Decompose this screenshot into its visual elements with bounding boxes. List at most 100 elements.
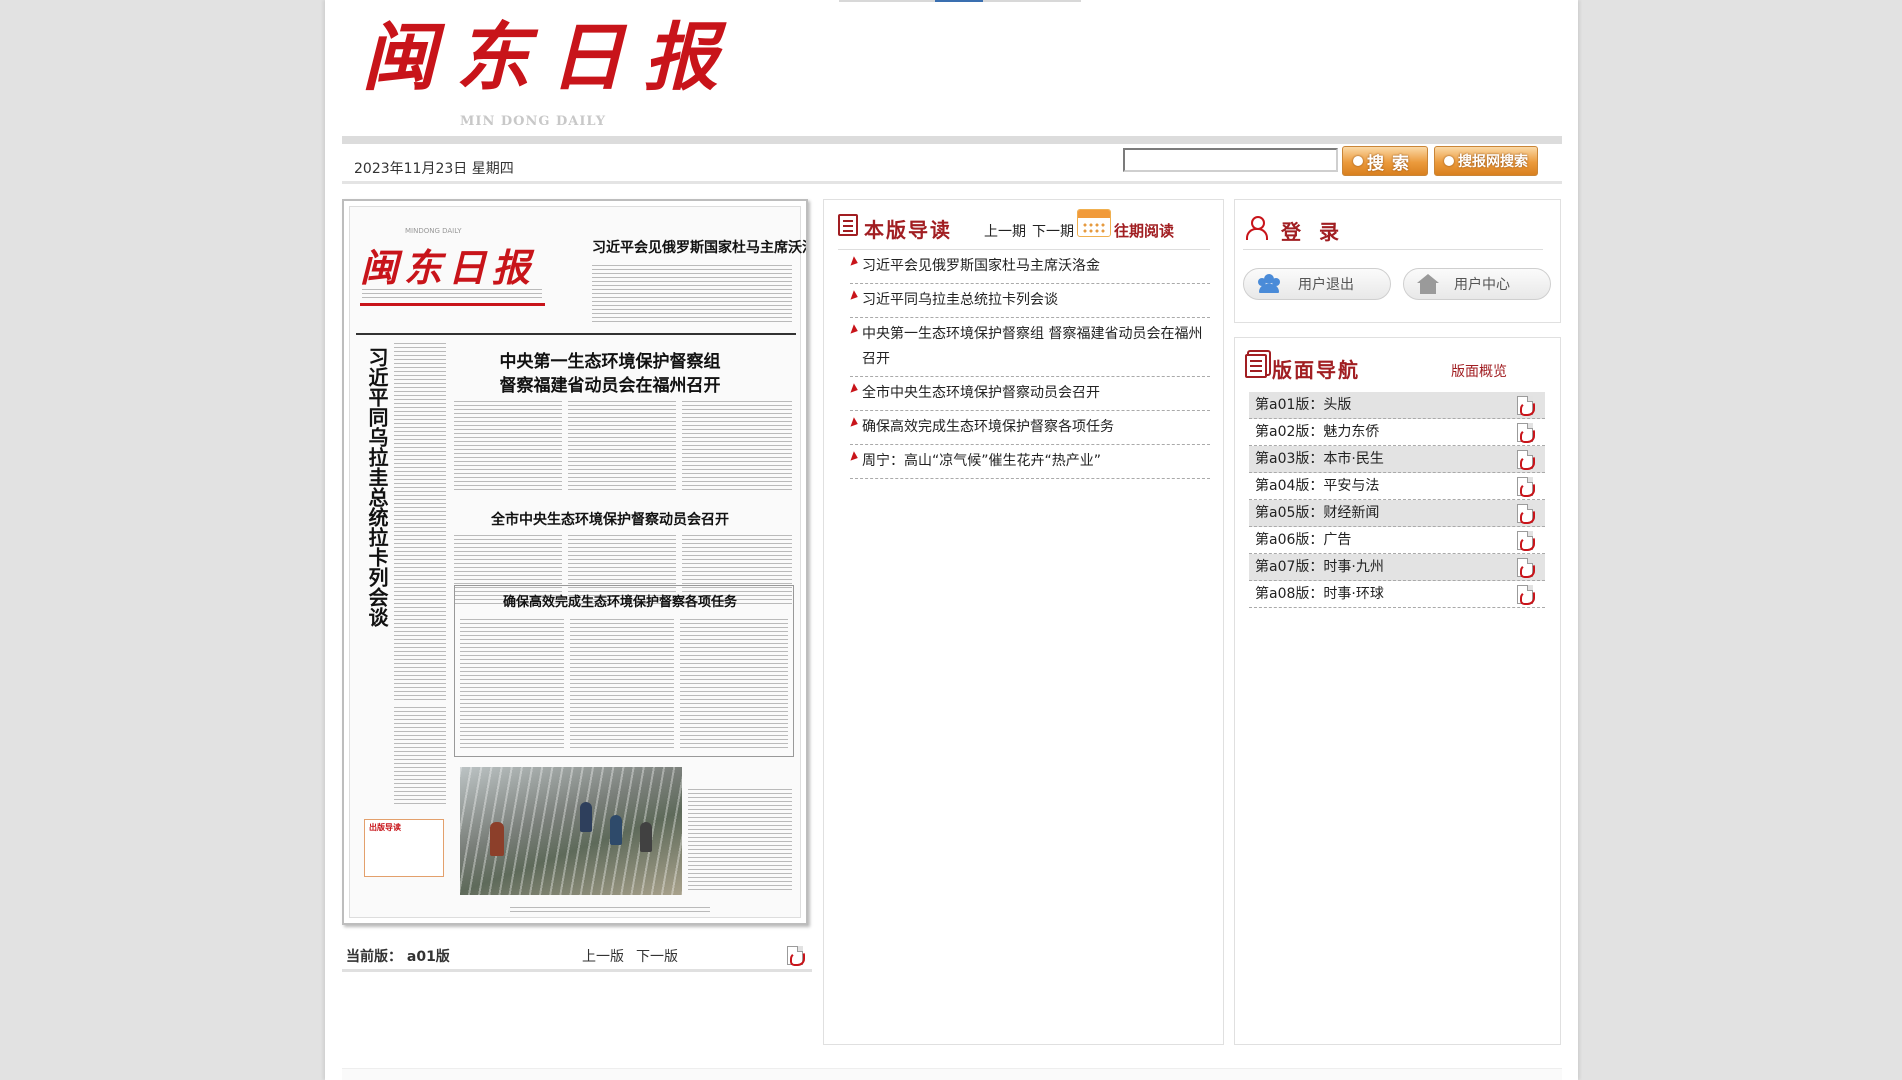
prev-edition-link[interactable]: 上一版 (582, 946, 624, 966)
search-button[interactable]: 搜索 (1342, 146, 1428, 176)
preview-text-block (460, 619, 564, 749)
login-header: 登录 (1243, 208, 1543, 250)
page-label: 第a05版：财经新闻 (1255, 505, 1380, 521)
user-center-label: 用户中心 (1454, 277, 1510, 293)
page-label: 第a01版：头版 (1255, 397, 1352, 413)
current-date: 2023年11月23日 星期四 (354, 161, 514, 177)
preview-text-block (394, 707, 446, 807)
page-list-item[interactable]: 第a06版：广告 (1249, 527, 1545, 554)
photo-figure (640, 822, 652, 852)
bullet-icon (850, 451, 860, 463)
preview-masthead: 闽东日报 (360, 245, 537, 290)
article-title: 习近平同乌拉圭总统拉卡列会谈 (862, 292, 1058, 308)
page-label: 第a04版：平安与法 (1255, 478, 1380, 494)
preview-masthead-sub: MINDONG DAILY (405, 227, 462, 235)
net-search-button[interactable]: 搜报网搜索 (1434, 146, 1538, 176)
page-list: 第a01版：头版 第a02版：魅力东侨 第a03版：本市·民生 第a04版：平安… (1249, 392, 1545, 608)
next-issue-link[interactable]: 下一期 (1032, 221, 1074, 241)
page-list-item[interactable]: 第a07版：时事·九州 (1249, 554, 1545, 581)
search-input[interactable] (1123, 148, 1338, 172)
past-issues-link[interactable]: 往期阅读 (1114, 220, 1174, 241)
site-logo[interactable]: 闽东日报 MIN DONG DAILY (342, 8, 722, 134)
preview-text-block (394, 343, 446, 703)
login-title: 登录 (1281, 220, 1357, 244)
bullet-icon (850, 417, 860, 429)
preview-text-block (570, 619, 674, 749)
preview-vertical-headline: 习近平同乌拉圭总统拉卡列会谈 (365, 347, 389, 627)
photo-figure (490, 822, 504, 856)
pdf-icon[interactable] (1517, 531, 1535, 551)
pdf-icon[interactable] (1517, 585, 1535, 605)
document-icon (838, 214, 858, 236)
logout-button[interactable]: 用户退出 (1243, 268, 1391, 300)
article-item[interactable]: 确保高效完成生态环境保护督察各项任务 (850, 411, 1210, 445)
page-list-item[interactable]: 第a05版：财经新闻 (1249, 500, 1545, 527)
calendar-icon[interactable] (1077, 209, 1111, 237)
article-guide-header: 本版导读 上一期 下一期 往期阅读 (838, 208, 1210, 250)
photo-figure (610, 815, 622, 845)
page-list-item[interactable]: 第a08版：时事·环球 (1249, 581, 1545, 608)
newspaper-page-image: 闽东日报 MINDONG DAILY 习近平会见俄罗斯国家杜马主席沃洛金 习近平… (349, 206, 806, 918)
article-item[interactable]: 习近平同乌拉圭总统拉卡列会谈 (850, 284, 1210, 318)
pdf-icon[interactable] (1517, 396, 1535, 416)
top-strip (839, 0, 1081, 2)
page-label: 第a08版：时事·环球 (1255, 586, 1384, 602)
next-edition-link[interactable]: 下一版 (636, 946, 678, 966)
pdf-icon[interactable] (787, 946, 805, 966)
page-nav-title: 版面导航 (1272, 358, 1360, 382)
page-label: 第a03版：本市·民生 (1255, 451, 1384, 467)
preview-text-block (682, 401, 792, 491)
page-label: 第a07版：时事·九州 (1255, 559, 1384, 575)
preview-divider (356, 333, 796, 335)
newspaper-page-preview[interactable]: 闽东日报 MINDONG DAILY 习近平会见俄罗斯国家杜马主席沃洛金 习近平… (342, 199, 808, 925)
net-search-dot-icon (1444, 156, 1454, 166)
search-dot-icon (1353, 156, 1363, 166)
pages-icon (1245, 354, 1267, 378)
logout-label: 用户退出 (1298, 277, 1354, 293)
article-title: 习近平会见俄罗斯国家杜马主席沃洛金 (862, 258, 1100, 274)
article-item[interactable]: 中央第一生态环境保护督察组 督察福建省动员会在福州召开 (850, 318, 1210, 377)
footer-divider (342, 1068, 1562, 1080)
net-search-button-label: 搜报网搜索 (1458, 154, 1528, 170)
bullet-icon (850, 324, 860, 336)
current-edition-value: a01版 (406, 949, 450, 965)
page-nav-header: 版面导航 版面概览 (1245, 346, 1545, 386)
preview-photo (460, 767, 682, 895)
article-item[interactable]: 全市中央生态环境保护督察动员会召开 (850, 377, 1210, 411)
article-title: 中央第一生态环境保护督察组 督察福建省动员会在福州召开 (862, 326, 1203, 367)
preview-masthead-info (362, 289, 542, 301)
page-list-item[interactable]: 第a02版：魅力东侨 (1249, 419, 1545, 446)
current-edition-bar: 当前版： a01版 上一版 下一版 (342, 942, 812, 972)
page-list-item[interactable]: 第a01版：头版 (1249, 392, 1545, 419)
article-title: 确保高效完成生态环境保护督察各项任务 (862, 419, 1114, 435)
current-edition-prefix: 当前版： (346, 949, 402, 965)
pdf-icon[interactable] (1517, 504, 1535, 524)
user-center-button[interactable]: 用户中心 (1403, 268, 1551, 300)
page-list-item[interactable]: 第a03版：本市·民生 (1249, 446, 1545, 473)
article-item[interactable]: 周宁：高山“凉气候”催生花卉“热产业” (850, 445, 1210, 479)
pdf-icon[interactable] (1517, 558, 1535, 578)
preview-text-block (454, 401, 562, 491)
header-band (342, 136, 1562, 144)
user-icon (1245, 216, 1268, 240)
article-list: 习近平会见俄罗斯国家杜马主席沃洛金 习近平同乌拉圭总统拉卡列会谈 中央第一生态环… (850, 250, 1210, 479)
article-guide-panel: 本版导读 上一期 下一期 往期阅读 习近平会见俄罗斯国家杜马主席沃洛金 习近平同… (823, 199, 1224, 1045)
search-button-label: 搜索 (1367, 153, 1417, 174)
page-list-item[interactable]: 第a04版：平安与法 (1249, 473, 1545, 500)
article-item[interactable]: 习近平会见俄罗斯国家杜马主席沃洛金 (850, 250, 1210, 284)
logo-english: MIN DONG DAILY (460, 114, 607, 129)
logo-chinese: 闽东日报 (362, 15, 738, 101)
preview-sidebox: 出版导读 (364, 819, 444, 877)
page-label: 第a06版：广告 (1255, 532, 1352, 548)
bullet-icon (850, 383, 860, 395)
photo-figure (580, 802, 592, 832)
top-strip-segment (935, 0, 983, 2)
preview-top-headline: 习近平会见俄罗斯国家杜马主席沃洛金 (592, 240, 808, 256)
prev-issue-link[interactable]: 上一期 (984, 221, 1026, 241)
article-title: 周宁：高山“凉气候”催生花卉“热产业” (862, 453, 1102, 469)
pdf-icon[interactable] (1517, 477, 1535, 497)
pdf-icon[interactable] (1517, 450, 1535, 470)
page-overview-link[interactable]: 版面概览 (1451, 361, 1507, 381)
pdf-icon[interactable] (1517, 423, 1535, 443)
preview-text-block (688, 789, 792, 893)
